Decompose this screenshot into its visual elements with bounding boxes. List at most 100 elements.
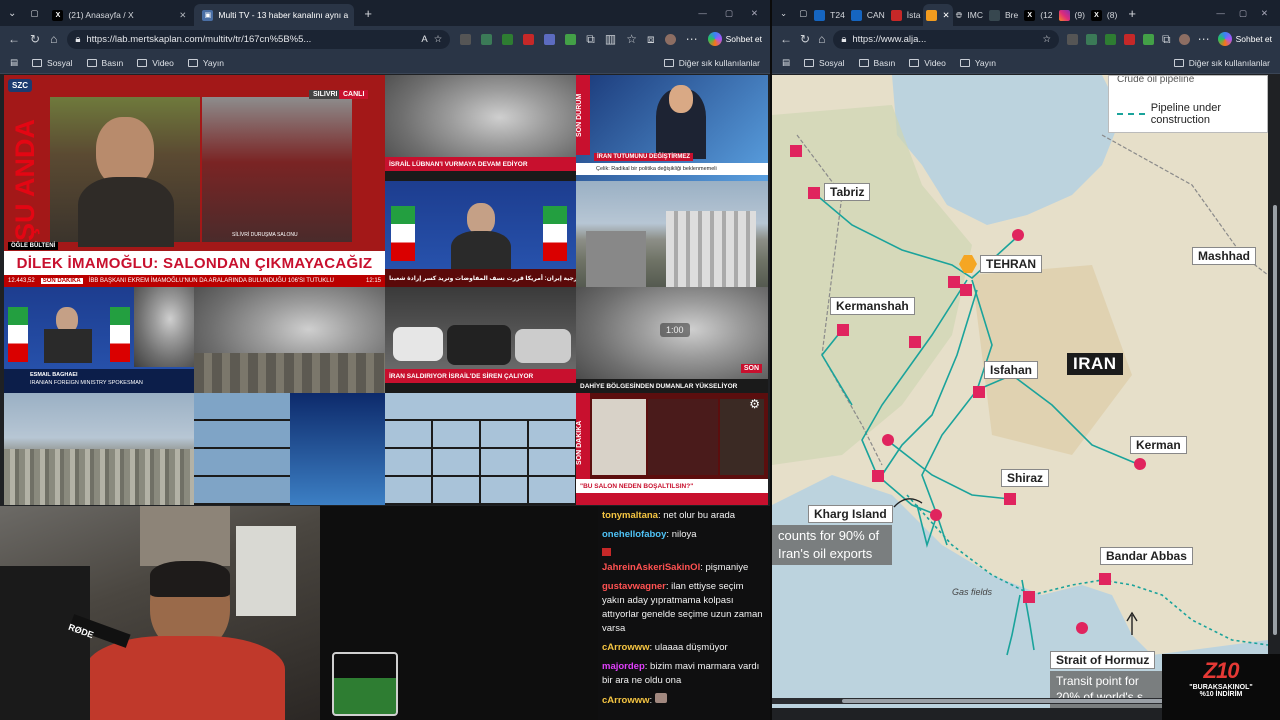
more-menu-icon[interactable]: ⋯: [686, 32, 698, 46]
sidebar-toggle-icon[interactable]: ▤: [10, 57, 18, 68]
more-menu-icon[interactable]: ⋯: [1198, 32, 1210, 46]
bookmark-video[interactable]: Video: [137, 58, 174, 68]
copilot-button[interactable]: Sohbet et: [1217, 32, 1272, 46]
extensions-puzzle-icon[interactable]: ⧉: [1162, 32, 1171, 47]
stream-webcam-mosaic-2[interactable]: [385, 393, 576, 505]
tab-x-home[interactable]: X (21) Anasayfa / X ✕: [44, 4, 194, 26]
extension-icon[interactable]: [1105, 33, 1117, 45]
bookmark-sosyal[interactable]: Sosyal: [804, 58, 845, 68]
copilot-button[interactable]: Sohbet et: [707, 32, 762, 46]
bookmark-yayin[interactable]: Yayın: [959, 58, 996, 68]
stream-dahiye[interactable]: 1:00 SON DAHİYE BÖLGESİNDEN DUMANLAR YÜK…: [576, 287, 768, 393]
city-bandar-abbas: Bandar Abbas: [1100, 547, 1193, 565]
extension-icon[interactable]: [460, 33, 472, 45]
stream-iran-spokesman[interactable]: ESMAIL BAGHAEI IRANIAN FOREIGN MINISTRY …: [4, 287, 194, 393]
tab-can[interactable]: CAN: [848, 4, 888, 26]
tab-t24[interactable]: T24: [811, 4, 848, 26]
home-icon[interactable]: ⌂: [50, 32, 57, 46]
vertical-scrollbar[interactable]: [1272, 80, 1278, 700]
chat-user[interactable]: gustavwagner: [602, 581, 666, 592]
stream-iran-tv[interactable]: خارجية إيران: أمريكا قررت نسف المفاوضات …: [385, 181, 576, 287]
extension-icon[interactable]: [1086, 33, 1098, 45]
maximize-icon[interactable]: ▢: [725, 8, 733, 19]
stream-son-durum[interactable]: SON DURUM İRAN TUTUMUNU DEĞİŞTİRMEZ Çeli…: [576, 75, 768, 181]
bookmark-video[interactable]: Video: [909, 58, 946, 68]
other-bookmarks[interactable]: Diğer sık kullanılanlar: [1173, 58, 1270, 68]
back-icon[interactable]: ←: [8, 32, 20, 46]
extension-icon[interactable]: [565, 33, 577, 45]
extension-icon[interactable]: [523, 33, 535, 45]
close-tab-icon[interactable]: ✕: [179, 10, 186, 21]
url-bar[interactable]: 🔒︎ https://www.alja... ☆: [833, 29, 1060, 49]
kharg-callout: counts for 90% of Iran's oil exports: [772, 525, 892, 565]
wall-frames: [140, 506, 230, 566]
tab-multitv[interactable]: ▣ Multi TV - 13 haber kanalını aynı a ✕: [194, 4, 355, 26]
bookmark-basin[interactable]: Basın: [858, 58, 895, 68]
extension-icon[interactable]: [1067, 33, 1079, 45]
extension-icon[interactable]: [1124, 33, 1136, 45]
read-aloud-icon[interactable]: A: [421, 34, 427, 45]
tab-ista[interactable]: İsta: [888, 4, 924, 26]
url-bar[interactable]: 🔒︎ https://lab.mertskaplan.com/multitv/t…: [67, 29, 451, 49]
extensions-puzzle-icon[interactable]: ⧉: [586, 32, 595, 47]
extension-icon[interactable]: [1143, 33, 1155, 45]
favorites-icon[interactable]: ☆: [626, 32, 637, 46]
split-screen-icon[interactable]: ▥: [605, 32, 616, 46]
workspaces-icon[interactable]: ▢: [24, 8, 44, 19]
collections-icon[interactable]: ⧈: [647, 32, 655, 47]
stream-haberturk[interactable]: İSRAİL LÜBNAN'I VURMAYA DEVAM EDİYOR: [385, 75, 576, 181]
favorite-star-icon[interactable]: ☆: [1043, 34, 1052, 45]
new-tab-icon[interactable]: +: [354, 6, 382, 21]
stream-city-aerial[interactable]: [576, 181, 768, 287]
minimize-icon[interactable]: —: [698, 8, 707, 19]
stream-szc[interactable]: SİLİVRİ DURUŞMA SALONU SZC SILIVRI CANLI…: [4, 75, 385, 287]
tab-imc[interactable]: 🌐︎ IMC: [953, 4, 986, 26]
sidebar-toggle-icon[interactable]: ▤: [782, 57, 790, 68]
chat-user[interactable]: cArrowww: [602, 695, 650, 706]
bookmark-basin[interactable]: Basın: [86, 58, 123, 68]
stream-skyline[interactable]: [4, 393, 194, 505]
tab-actions-icon[interactable]: ⌄: [772, 8, 795, 19]
extension-icon[interactable]: [502, 33, 514, 45]
chat-user[interactable]: majordep: [602, 661, 645, 672]
maximize-icon[interactable]: ▢: [1239, 8, 1247, 19]
tab-aljazeera[interactable]: ✕: [923, 4, 953, 26]
stream-smoke-city[interactable]: [194, 287, 385, 393]
stream-webcam-mosaic-1[interactable]: [194, 393, 385, 505]
chat-user[interactable]: cArrowww: [602, 642, 650, 653]
bookmark-yayin[interactable]: Yayın: [187, 58, 224, 68]
extension-icon[interactable]: [481, 33, 493, 45]
iran-oil-map[interactable]: Crude oil pipeline Pipeline under constr…: [772, 75, 1268, 708]
extension-icon[interactable]: [544, 33, 556, 45]
left-browser-window: ⌄ ▢ X (21) Anasayfa / X ✕ ▣ Multi TV - 1…: [0, 0, 770, 720]
home-icon[interactable]: ⌂: [818, 32, 825, 46]
profile-avatar[interactable]: [1178, 33, 1190, 45]
new-tab-icon[interactable]: +: [1120, 6, 1144, 21]
chat-message: tonymaltana: net olur bu arada: [602, 510, 736, 521]
stream-son-dakika[interactable]: SON DAKİKA ⚙ "BU SALON NEDEN BOŞALTILSIN…: [576, 393, 768, 505]
tab-instagram[interactable]: (9): [1056, 4, 1088, 26]
chat-user[interactable]: JahreinAskeriSakinOl: [602, 562, 700, 573]
workspaces-icon[interactable]: ▢: [795, 8, 811, 19]
back-icon[interactable]: ←: [780, 32, 792, 46]
refresh-icon[interactable]: ↻: [30, 32, 40, 46]
minimize-icon[interactable]: —: [1216, 8, 1225, 19]
other-bookmarks[interactable]: Diğer sık kullanılanlar: [663, 58, 760, 68]
close-tab-icon[interactable]: ✕: [353, 10, 354, 21]
refresh-icon[interactable]: ↻: [800, 32, 810, 46]
close-window-icon[interactable]: ✕: [751, 8, 758, 19]
tab-x-8[interactable]: X (8): [1088, 4, 1120, 26]
tab-actions-icon[interactable]: ⌄: [0, 8, 24, 19]
settings-gear-icon[interactable]: ⚙: [749, 397, 760, 411]
chat-user[interactable]: onehellofaboy: [602, 529, 666, 540]
tab-bre[interactable]: Bre: [986, 4, 1021, 26]
close-tab-icon[interactable]: ✕: [942, 10, 949, 21]
favorite-star-icon[interactable]: ☆: [434, 34, 443, 45]
tab-x-12[interactable]: X (12: [1021, 4, 1055, 26]
chat-user[interactable]: tonymaltana: [602, 510, 658, 521]
streamer-hoodie: [85, 636, 285, 720]
bookmark-sosyal[interactable]: Sosyal: [32, 58, 73, 68]
close-window-icon[interactable]: ✕: [1261, 8, 1268, 19]
profile-avatar[interactable]: [664, 33, 676, 45]
stream-traffic[interactable]: İRAN SALDIRIYOR İSRAİL'DE SİREN ÇALIYOR: [385, 287, 576, 393]
